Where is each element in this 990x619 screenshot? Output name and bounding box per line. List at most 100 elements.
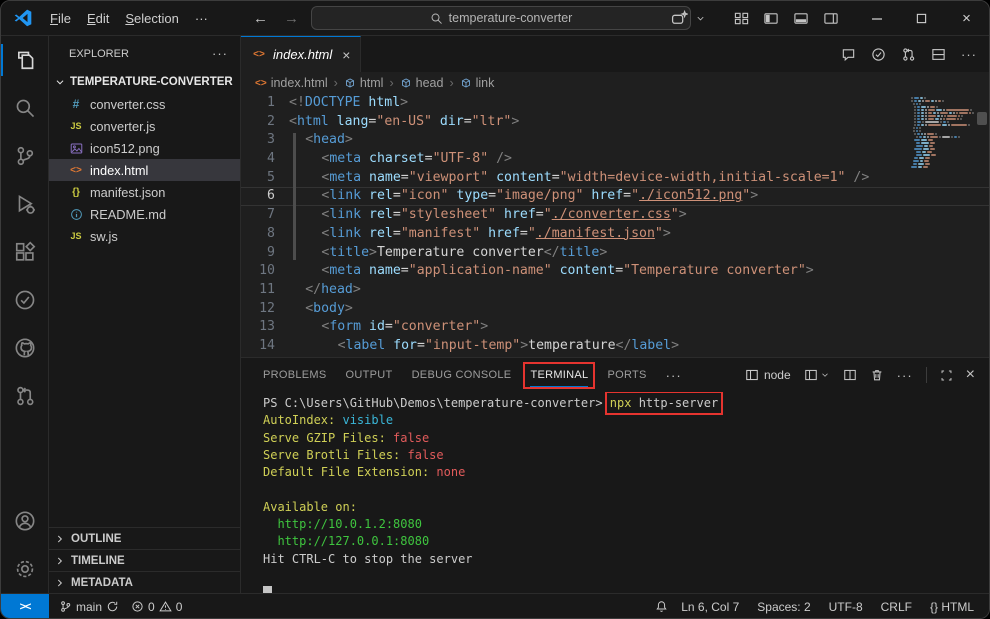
search-input[interactable]: temperature-converter bbox=[311, 6, 691, 30]
panel-more-actions-icon[interactable]: ··· bbox=[897, 368, 913, 383]
toggle-secondary-sidebar-icon[interactable] bbox=[816, 1, 846, 36]
code-token: > bbox=[671, 338, 679, 353]
code-token: href bbox=[480, 226, 520, 241]
tab-index-html[interactable]: <> index.html × bbox=[241, 36, 361, 72]
file-icon512-png[interactable]: icon512.png bbox=[49, 137, 240, 159]
menu-more[interactable]: ··· bbox=[187, 7, 216, 30]
panel-tab-terminal[interactable]: TERMINAL bbox=[530, 369, 588, 382]
panel-tab-problems[interactable]: PROBLEMS bbox=[263, 369, 327, 382]
activity-explorer[interactable] bbox=[1, 36, 48, 84]
explorer-more-actions-icon[interactable]: ··· bbox=[212, 46, 228, 61]
status-cursor-position[interactable]: Ln 6, Col 7 bbox=[676, 600, 744, 614]
code-token: html bbox=[297, 114, 329, 129]
activity-extensions[interactable] bbox=[1, 228, 48, 276]
code-token: "image/png" bbox=[496, 188, 583, 203]
breadcrumb-head[interactable]: head bbox=[400, 76, 444, 90]
panel-more-tabs-icon[interactable]: ··· bbox=[666, 368, 682, 383]
toggle-panel-icon[interactable] bbox=[786, 1, 816, 36]
breadcrumb-html[interactable]: html bbox=[344, 76, 384, 90]
notifications-bell-icon[interactable] bbox=[655, 600, 668, 613]
copilot-chevron-down-icon[interactable] bbox=[695, 1, 713, 36]
editor-more-actions-icon[interactable]: ··· bbox=[961, 47, 977, 62]
code-token: rel bbox=[361, 207, 393, 222]
line-content: <html lang="en-US" dir="ltr"> bbox=[289, 113, 989, 132]
toggle-primary-sidebar-icon[interactable] bbox=[756, 1, 786, 36]
menu-edit[interactable]: Edit bbox=[79, 7, 117, 30]
close-tab-icon[interactable]: × bbox=[342, 47, 350, 63]
file-manifest-json[interactable]: {}manifest.json bbox=[49, 181, 240, 203]
new-terminal-dropdown[interactable] bbox=[804, 368, 830, 382]
activity-run-and-debug[interactable] bbox=[1, 180, 48, 228]
activity-search[interactable] bbox=[1, 84, 48, 132]
activity-github[interactable] bbox=[1, 324, 48, 372]
git-change-indicator bbox=[293, 133, 296, 260]
panel-tab-ports[interactable]: PORTS bbox=[607, 369, 646, 382]
activity-source-control[interactable] bbox=[1, 132, 48, 180]
terminal-line-8: http://10.0.1.2:8080 bbox=[263, 516, 989, 533]
activity-github-pull-requests[interactable] bbox=[1, 372, 48, 420]
terminal-token: http://10.0.1.2:8080 bbox=[263, 517, 422, 531]
maximize-button[interactable] bbox=[899, 1, 944, 36]
go-back-icon[interactable]: ← bbox=[253, 10, 268, 27]
status-eol[interactable]: CRLF bbox=[876, 600, 917, 614]
code-token: " bbox=[671, 207, 679, 222]
code-token: > bbox=[520, 338, 528, 353]
customize-layout-icon[interactable] bbox=[727, 1, 756, 36]
check-circle-icon[interactable] bbox=[871, 47, 886, 62]
code-token: < bbox=[338, 338, 346, 353]
breadcrumb-link[interactable]: link bbox=[460, 76, 495, 90]
split-terminal-icon[interactable] bbox=[843, 368, 857, 382]
section-timeline[interactable]: TIMELINE bbox=[49, 549, 240, 571]
chat-icon[interactable] bbox=[841, 47, 856, 62]
section-outline[interactable]: OUTLINE bbox=[49, 527, 240, 549]
folder-root[interactable]: TEMPERATURE-CONVERTER bbox=[49, 71, 240, 93]
branch-status[interactable]: main bbox=[53, 594, 125, 619]
activity-testing[interactable] bbox=[1, 276, 48, 324]
activity-accounts[interactable] bbox=[1, 497, 48, 545]
close-panel-icon[interactable]: × bbox=[966, 366, 975, 384]
activity-spacer bbox=[1, 420, 48, 497]
panel-tab-output[interactable]: OUTPUT bbox=[346, 369, 393, 382]
file-README-md[interactable]: README.md bbox=[49, 203, 240, 225]
pull-request-icon[interactable] bbox=[901, 47, 916, 62]
code-token: < bbox=[305, 132, 313, 147]
file-converter-js[interactable]: JSconverter.js bbox=[49, 115, 240, 137]
copilot-icon[interactable] bbox=[664, 1, 695, 36]
status-language-mode[interactable]: {} HTML bbox=[925, 600, 979, 614]
status-encoding[interactable]: UTF-8 bbox=[824, 600, 868, 614]
activity-settings[interactable] bbox=[1, 545, 48, 593]
account-icon bbox=[14, 510, 36, 532]
terminal-output[interactable]: PS C:\Users\GitHub\Demos\temperature-con… bbox=[241, 392, 989, 593]
status-indentation[interactable]: Spaces: 2 bbox=[752, 600, 815, 614]
code-line-7: 7<link rel="stylesheet" href="./converte… bbox=[241, 206, 989, 225]
minimap[interactable] bbox=[911, 97, 973, 357]
go-forward-icon[interactable]: → bbox=[284, 10, 299, 27]
breadcrumb-index-html[interactable]: <>index.html bbox=[255, 76, 328, 90]
file-sw-js[interactable]: JSsw.js bbox=[49, 225, 240, 247]
line-number: 10 bbox=[241, 262, 289, 281]
menu-file[interactable]: File bbox=[42, 7, 79, 30]
section-metadata[interactable]: METADATA bbox=[49, 571, 240, 593]
editor-scrollbar[interactable] bbox=[975, 94, 989, 357]
code-token: = bbox=[552, 170, 560, 185]
close-window-button[interactable]: × bbox=[944, 1, 989, 36]
code-token: html bbox=[360, 95, 400, 110]
file-converter-css[interactable]: #converter.css bbox=[49, 93, 240, 115]
terminal-line-10: Hit CTRL-C to stop the server bbox=[263, 551, 989, 568]
terminal-instance-node[interactable]: node bbox=[745, 368, 791, 382]
info-file-icon bbox=[68, 208, 84, 221]
minimize-button[interactable] bbox=[854, 1, 899, 36]
problems-status[interactable]: 0 0 bbox=[125, 594, 188, 619]
code-line-13: 13<form id="converter"> bbox=[241, 318, 989, 337]
split-editor-icon[interactable] bbox=[931, 47, 946, 62]
file-index-html[interactable]: <>index.html bbox=[49, 159, 240, 181]
panel-tab-debug-console[interactable]: DEBUG CONSOLE bbox=[412, 369, 512, 382]
remote-indicator[interactable]: >< bbox=[1, 594, 49, 619]
menu-selection[interactable]: Selection bbox=[117, 7, 186, 30]
code-editor[interactable]: 1<!DOCTYPE html>2<html lang="en-US" dir=… bbox=[241, 94, 989, 357]
file-label: manifest.json bbox=[90, 185, 165, 200]
menubar: FileEditSelection bbox=[42, 7, 187, 30]
kill-terminal-icon[interactable] bbox=[870, 368, 884, 382]
maximize-panel-icon[interactable] bbox=[940, 369, 953, 382]
code-token: = bbox=[393, 207, 401, 222]
